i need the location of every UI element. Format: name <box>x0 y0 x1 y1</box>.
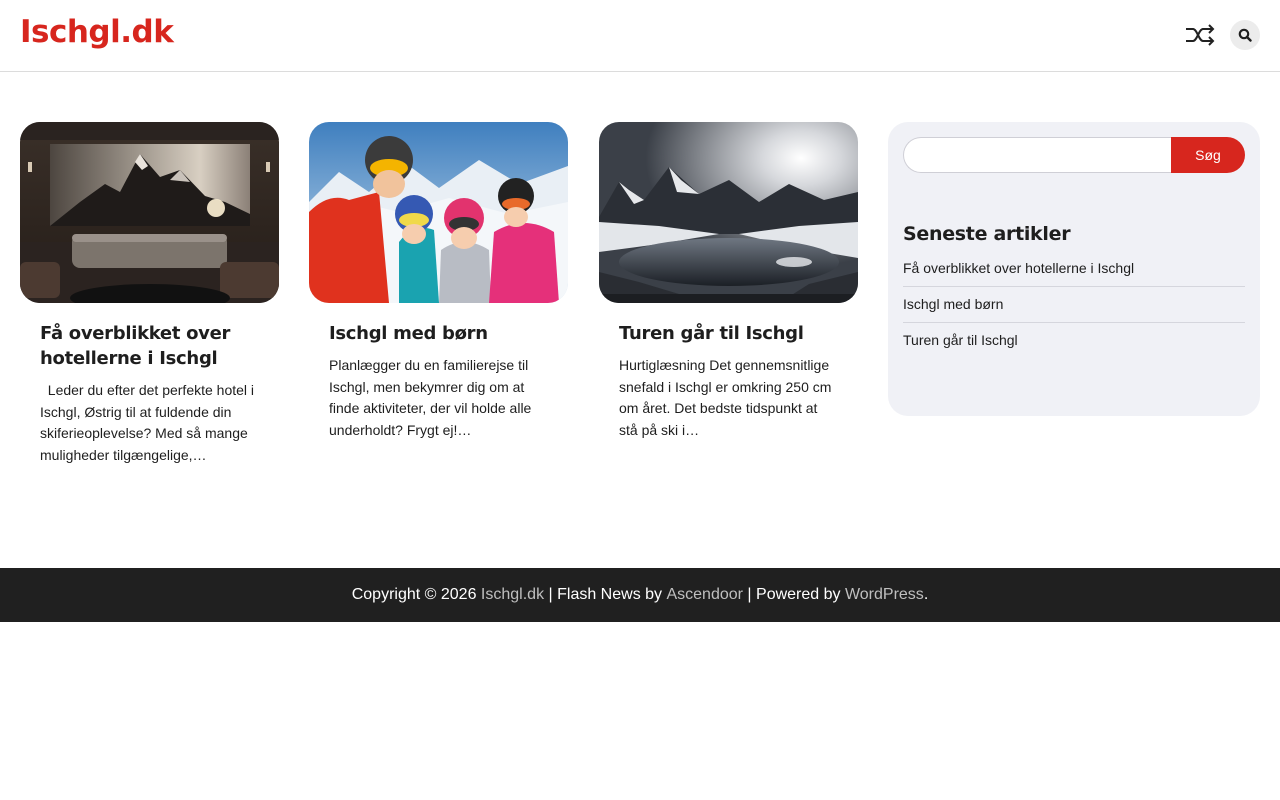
post-title-link[interactable]: Få overblikket over hotellerne i Ischgl <box>40 321 259 371</box>
post-excerpt: Planlægger du en familierejse til Ischgl… <box>329 357 536 438</box>
shuffle-icon[interactable] <box>1184 22 1216 48</box>
search-form: Søg <box>903 137 1245 173</box>
footer-wordpress-link[interactable]: WordPress <box>845 586 924 604</box>
search-icon <box>1238 28 1252 42</box>
recent-post-link[interactable]: Få overblikket over hotellerne i Ischgl <box>903 251 1245 287</box>
recent-post-link[interactable]: Ischgl med børn <box>903 287 1245 323</box>
search-input[interactable] <box>903 137 1171 173</box>
post-thumbnail[interactable] <box>599 122 858 303</box>
search-submit-button[interactable]: Søg <box>1171 137 1245 173</box>
footer-site-link[interactable]: Ischgl.dk <box>481 586 544 604</box>
recent-posts-title: Seneste artikler <box>903 223 1071 245</box>
post-card: Turen går til Ischgl Hurtiglæsning Det g… <box>599 122 858 441</box>
footer-copyright-text: Copyright © 2026 <box>351 586 481 603</box>
site-title-link[interactable]: Ischgl.dk <box>20 14 174 50</box>
post-excerpt: Hurtiglæsning Det gennemsnitlige snefald… <box>619 357 836 438</box>
sidebar: Søg Seneste artikler Få overblikket over… <box>888 122 1260 416</box>
site-footer: Copyright © 2026 Ischgl.dk | Flash News … <box>0 568 1280 622</box>
post-title-link[interactable]: Turen går til Ischgl <box>619 321 838 346</box>
footer-theme-text: | Flash News by <box>544 586 667 603</box>
post-excerpt: Leder du efter det perfekte hotel i Isch… <box>40 382 258 463</box>
post-card: Få overblikket over hotellerne i Ischgl … <box>20 122 279 466</box>
post-card: Ischgl med børn Planlægger du en familie… <box>309 122 568 441</box>
footer-end-text: . <box>923 586 929 603</box>
post-title-link[interactable]: Ischgl med børn <box>329 321 548 346</box>
post-thumbnail[interactable] <box>309 122 568 303</box>
footer-theme-link[interactable]: Ascendoor <box>666 586 743 604</box>
recent-post-link[interactable]: Turen går til Ischgl <box>903 323 1245 358</box>
recent-posts-list: Få overblikket over hotellerne i Ischgl … <box>903 251 1245 358</box>
search-toggle-button[interactable] <box>1230 20 1260 50</box>
post-thumbnail[interactable] <box>20 122 279 303</box>
footer-powered-text: | Powered by <box>742 586 845 603</box>
site-header: Ischgl.dk <box>0 0 1280 72</box>
